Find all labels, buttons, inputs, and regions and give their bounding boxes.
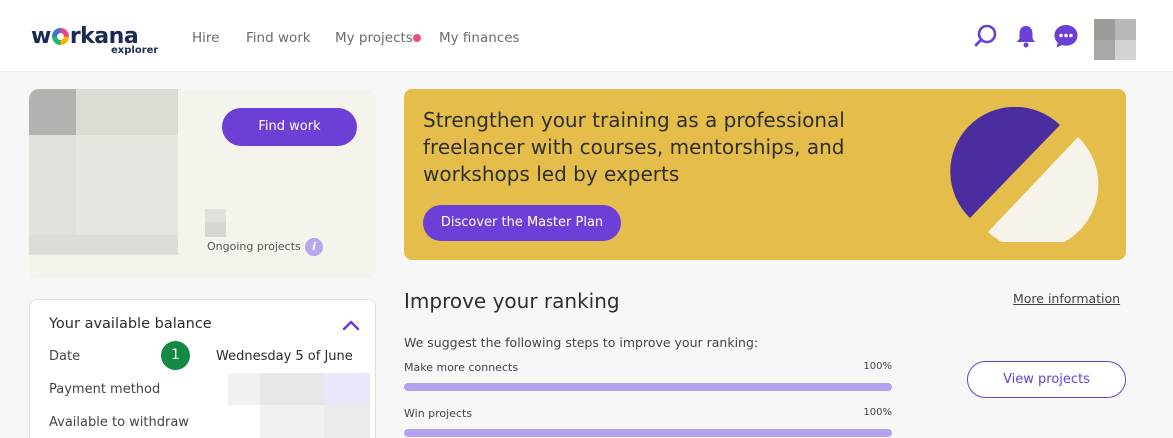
- nav-my-finances[interactable]: My finances: [439, 29, 520, 47]
- profile-card: Find work Ongoing projects i: [29, 89, 376, 279]
- date-label: Date: [49, 349, 81, 364]
- available-withdraw-label: Available to withdraw: [49, 415, 189, 430]
- master-plan-banner: Strengthen your training as a profession…: [404, 89, 1126, 260]
- discover-master-plan-button[interactable]: Discover the Master Plan: [423, 205, 621, 241]
- profile-photo-blur: [29, 135, 76, 235]
- ongoing-count-blur: [205, 209, 226, 222]
- chat-icon[interactable]: [1053, 23, 1079, 49]
- progress-bar-win-projects: [404, 429, 892, 437]
- ongoing-projects-label: Ongoing projects: [207, 240, 301, 253]
- nav-find-work[interactable]: Find work: [246, 29, 311, 47]
- ranking-title: Improve your ranking: [404, 289, 620, 313]
- find-work-button[interactable]: Find work: [222, 108, 357, 146]
- step-percent-connects: 100%: [863, 361, 892, 372]
- withdraw-amount-blur: [324, 405, 370, 438]
- ongoing-count-blur: [205, 222, 226, 237]
- promo-headline: Strengthen your training as a profession…: [423, 108, 845, 186]
- info-icon[interactable]: i: [305, 238, 323, 256]
- payment-method-blur: [228, 373, 260, 405]
- withdraw-amount-blur: [260, 405, 324, 438]
- payment-method-blur: [324, 373, 370, 405]
- nav-my-projects[interactable]: My projects: [335, 29, 413, 47]
- chevron-up-icon[interactable]: [342, 318, 360, 332]
- profile-photo-blur: [76, 89, 178, 135]
- bell-icon[interactable]: [1013, 23, 1039, 49]
- profile-photo: [29, 89, 76, 135]
- more-information-link[interactable]: More information: [1013, 291, 1120, 306]
- step-percent-win-projects: 100%: [863, 407, 892, 418]
- notification-dot: [413, 34, 421, 42]
- logo-subtitle: explorer: [111, 45, 159, 56]
- step-badge: 1: [161, 341, 190, 370]
- payment-method-blur: [260, 373, 324, 405]
- step-label-win-projects: Win projects: [404, 407, 473, 420]
- ranking-suggestion: We suggest the following steps to improv…: [404, 335, 759, 350]
- profile-photo-blur: [29, 235, 178, 255]
- payment-method-label: Payment method: [49, 382, 161, 397]
- top-header: w rkana explorer Hire Find work My projec…: [0, 0, 1173, 72]
- nav-hire[interactable]: Hire: [192, 29, 219, 47]
- avatar[interactable]: [1094, 19, 1136, 60]
- step-label-connects: Make more connects: [404, 361, 519, 374]
- progress-fill-win-projects: [404, 429, 892, 437]
- progress-fill-connects: [404, 383, 892, 391]
- progress-bar-connects: [404, 383, 892, 391]
- logo-o-mark: [51, 28, 69, 45]
- split-circle-illustration: [950, 107, 1099, 242]
- view-projects-button[interactable]: View projects: [967, 361, 1126, 398]
- date-value: Wednesday 5 of June: [216, 349, 353, 364]
- profile-photo-blur: [76, 135, 178, 235]
- balance-title: Your available balance: [49, 316, 212, 332]
- balance-card: Your available balance Date 1 Wednesday …: [29, 299, 376, 438]
- workana-logo[interactable]: w rkana explorer: [31, 24, 161, 60]
- search-icon[interactable]: [973, 23, 999, 49]
